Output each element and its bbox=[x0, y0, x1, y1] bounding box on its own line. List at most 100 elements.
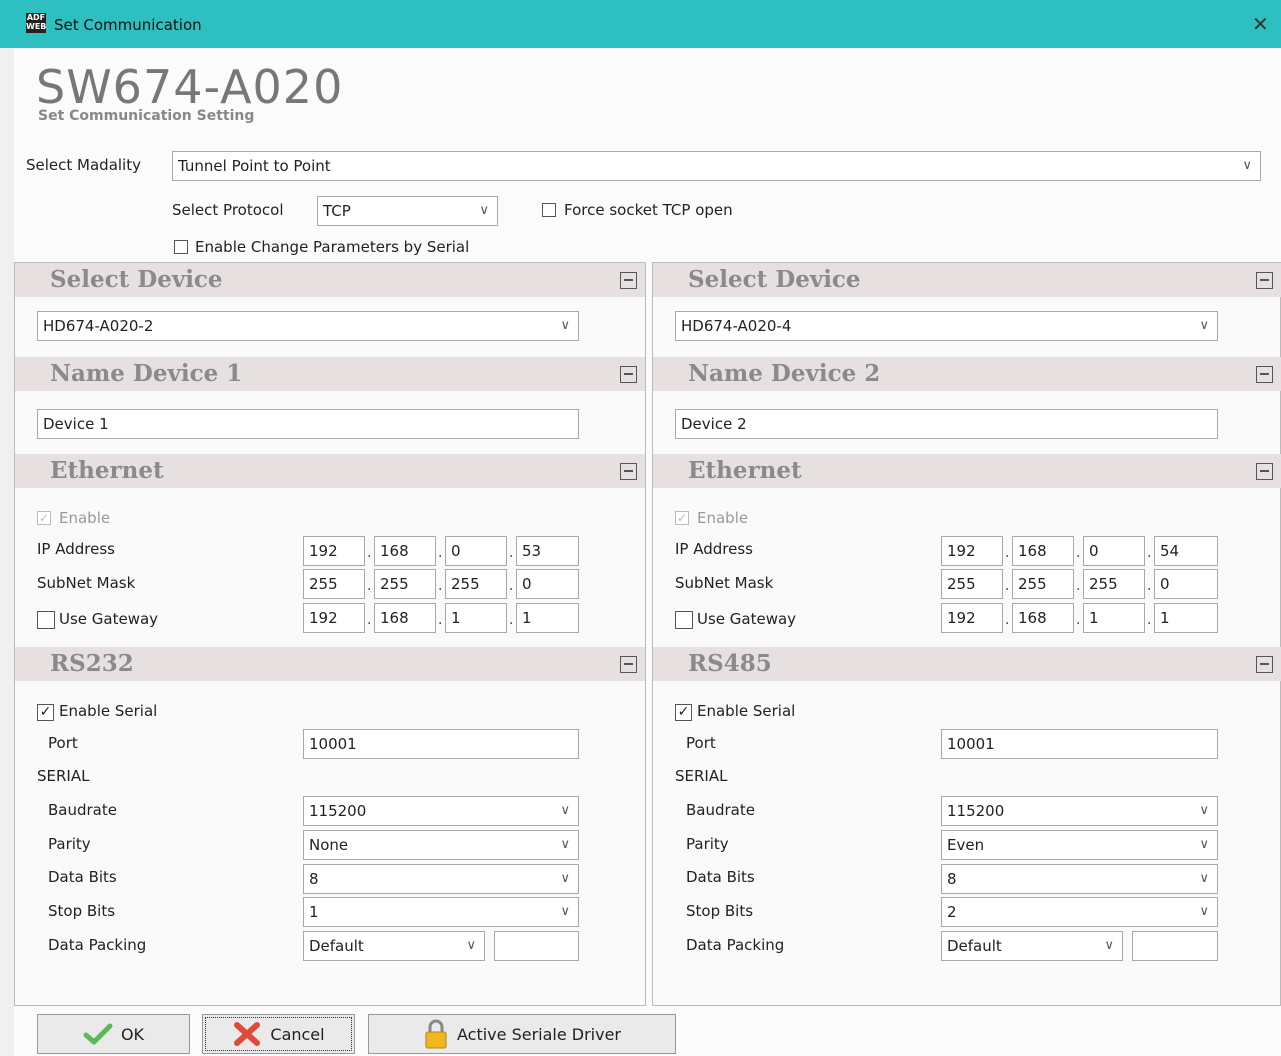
dot-separator: . bbox=[509, 578, 514, 594]
collapse-icon[interactable] bbox=[620, 463, 637, 480]
modality-label: Select Madality bbox=[26, 156, 141, 174]
collapse-icon[interactable] bbox=[1256, 656, 1273, 673]
dot-separator: . bbox=[509, 545, 514, 561]
ok-button[interactable]: OK bbox=[37, 1014, 190, 1054]
chevron-down-icon: ∨ bbox=[466, 938, 476, 953]
section-title: Ethernet bbox=[688, 457, 802, 484]
left-name-device-header: Name Device 1 bbox=[15, 357, 645, 391]
driver-label: Active Seriale Driver bbox=[456, 1024, 621, 1044]
collapse-icon[interactable] bbox=[1256, 463, 1273, 480]
left-databits-select[interactable]: 8 ∨ bbox=[303, 864, 579, 894]
collapse-icon[interactable] bbox=[620, 272, 637, 289]
left-gw-octet-2[interactable]: 168 bbox=[374, 603, 436, 633]
left-select-device-header: Select Device bbox=[15, 263, 645, 297]
right-device-name-input[interactable]: Device 2 bbox=[675, 409, 1218, 439]
ok-label: OK bbox=[120, 1024, 145, 1044]
left-mask-octet-2[interactable]: 255 bbox=[374, 569, 436, 599]
collapse-icon[interactable] bbox=[1256, 366, 1273, 383]
left-mask-octet-3[interactable]: 255 bbox=[445, 569, 507, 599]
left-mask-octet-4[interactable]: 0 bbox=[516, 569, 579, 599]
left-gateway-checkbox[interactable] bbox=[37, 611, 55, 629]
section-title: RS485 bbox=[688, 650, 772, 677]
right-mask-octet-4[interactable]: 0 bbox=[1154, 569, 1218, 599]
left-packing-extra-input[interactable] bbox=[494, 931, 579, 961]
chevron-down-icon: ∨ bbox=[1199, 871, 1209, 886]
right-stopbits-select[interactable]: 2 ∨ bbox=[941, 897, 1218, 927]
dot-separator: . bbox=[367, 578, 372, 594]
collapse-icon[interactable] bbox=[1256, 272, 1273, 289]
left-baud-value: 115200 bbox=[309, 802, 367, 820]
left-baud-select[interactable]: 115200 ∨ bbox=[303, 796, 579, 826]
right-gw-octet-1[interactable]: 192 bbox=[941, 603, 1003, 633]
right-mask-label: SubNet Mask bbox=[675, 574, 774, 592]
active-serial-driver-button[interactable]: Active Seriale Driver bbox=[368, 1014, 676, 1054]
right-name-device-header: Name Device 2 bbox=[653, 357, 1281, 391]
right-gw-octet-2[interactable]: 168 bbox=[1012, 603, 1074, 633]
right-mask-octet-2[interactable]: 255 bbox=[1012, 569, 1074, 599]
title-bar: ADF WEB Set Communication ✕ bbox=[0, 0, 1281, 48]
protocol-value: TCP bbox=[323, 202, 351, 220]
right-gw-octet-4[interactable]: 1 bbox=[1154, 603, 1218, 633]
left-ethernet-enable-checkbox: ✓ bbox=[37, 511, 51, 525]
left-device-name-input[interactable]: Device 1 bbox=[37, 409, 579, 439]
chevron-down-icon: ∨ bbox=[560, 837, 570, 852]
right-baud-select[interactable]: 115200 ∨ bbox=[941, 796, 1218, 826]
left-enable-serial-label: Enable Serial bbox=[59, 702, 158, 720]
right-mask-octet-3[interactable]: 255 bbox=[1083, 569, 1145, 599]
dot-separator: . bbox=[367, 545, 372, 561]
left-serial-header: RS232 bbox=[15, 647, 645, 681]
section-title: Select Device bbox=[50, 266, 223, 293]
close-icon[interactable]: ✕ bbox=[1252, 12, 1269, 36]
left-enable-serial-checkbox[interactable]: ✓ bbox=[37, 704, 54, 721]
right-baud-value: 115200 bbox=[947, 802, 1005, 820]
left-port-input[interactable]: 10001 bbox=[303, 729, 579, 759]
left-baud-label: Baudrate bbox=[48, 801, 117, 819]
left-gw-octet-3[interactable]: 1 bbox=[445, 603, 507, 633]
right-enable-serial-checkbox[interactable]: ✓ bbox=[675, 704, 692, 721]
right-gw-octet-3[interactable]: 1 bbox=[1083, 603, 1145, 633]
collapse-icon[interactable] bbox=[620, 366, 637, 383]
left-serial-label: SERIAL bbox=[37, 767, 90, 785]
right-ip-octet-2[interactable]: 168 bbox=[1012, 536, 1074, 566]
right-serial-header: RS485 bbox=[653, 647, 1281, 681]
collapse-icon[interactable] bbox=[620, 656, 637, 673]
right-enable-serial-label: Enable Serial bbox=[697, 702, 796, 720]
right-parity-select[interactable]: Even ∨ bbox=[941, 830, 1218, 860]
left-ethernet-header: Ethernet bbox=[15, 454, 645, 488]
right-packing-extra-input[interactable] bbox=[1132, 931, 1218, 961]
right-packing-value: Default bbox=[947, 937, 1002, 955]
dot-separator: . bbox=[1076, 545, 1081, 561]
right-databits-value: 8 bbox=[947, 870, 957, 888]
enable-change-checkbox[interactable] bbox=[174, 240, 188, 254]
left-gw-octet-4[interactable]: 1 bbox=[516, 603, 579, 633]
protocol-select[interactable]: TCP ∨ bbox=[317, 196, 498, 226]
left-parity-select[interactable]: None ∨ bbox=[303, 830, 579, 860]
right-ip-octet-4[interactable]: 54 bbox=[1154, 536, 1218, 566]
right-device-select[interactable]: HD674-A020-4 ∨ bbox=[675, 311, 1218, 341]
cancel-label: Cancel bbox=[270, 1024, 325, 1044]
cancel-button[interactable]: Cancel bbox=[202, 1014, 355, 1054]
right-packing-select[interactable]: Default ∨ bbox=[941, 931, 1123, 961]
right-ip-octet-1[interactable]: 192 bbox=[941, 536, 1003, 566]
right-databits-select[interactable]: 8 ∨ bbox=[941, 864, 1218, 894]
left-packing-select[interactable]: Default ∨ bbox=[303, 931, 485, 961]
right-port-input[interactable]: 10001 bbox=[941, 729, 1218, 759]
left-ip-octet-1[interactable]: 192 bbox=[303, 536, 365, 566]
force-socket-checkbox[interactable] bbox=[542, 203, 556, 217]
chevron-down-icon: ∨ bbox=[1199, 803, 1209, 818]
protocol-label: Select Protocol bbox=[172, 201, 284, 219]
left-ip-octet-2[interactable]: 168 bbox=[374, 536, 436, 566]
left-mask-octet-1[interactable]: 255 bbox=[303, 569, 365, 599]
left-stopbits-select[interactable]: 1 ∨ bbox=[303, 897, 579, 927]
right-stopbits-value: 2 bbox=[947, 903, 957, 921]
right-ip-octet-3[interactable]: 0 bbox=[1083, 536, 1145, 566]
left-gw-octet-1[interactable]: 192 bbox=[303, 603, 365, 633]
modality-select[interactable]: Tunnel Point to Point ∨ bbox=[172, 151, 1261, 181]
right-gateway-checkbox[interactable] bbox=[675, 611, 693, 629]
right-serial-label: SERIAL bbox=[675, 767, 728, 785]
left-device-select[interactable]: HD674-A020-2 ∨ bbox=[37, 311, 579, 341]
left-ip-octet-3[interactable]: 0 bbox=[445, 536, 507, 566]
left-ip-octet-4[interactable]: 53 bbox=[516, 536, 579, 566]
right-mask-octet-1[interactable]: 255 bbox=[941, 569, 1003, 599]
dot-separator: . bbox=[1147, 545, 1152, 561]
